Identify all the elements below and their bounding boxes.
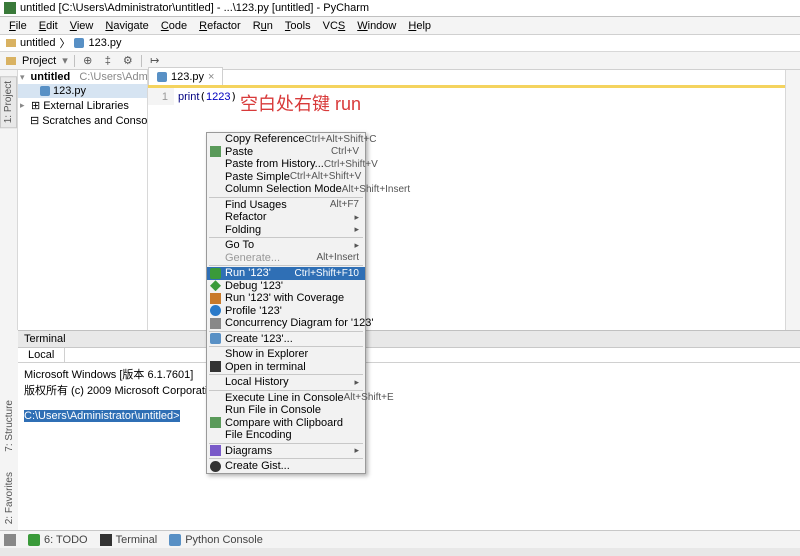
terminal-tab-local[interactable]: Local [18,348,65,362]
python-icon [210,333,221,344]
concurrency-icon [210,318,221,329]
code-text[interactable]: print(1223) [174,88,241,105]
diagram-icon [210,445,221,456]
left-tool-gutter: 1: Project [0,70,18,330]
right-tool-gutter [785,70,800,330]
paste-icon [210,146,221,157]
menu-file[interactable]: File [4,18,32,34]
ctx-paste-simple[interactable]: Paste SimpleCtrl+Alt+Shift+V [207,171,365,184]
sidebar-tab-favorites[interactable]: 2: Favorites [4,472,15,524]
status-show-toolwindows[interactable] [4,534,16,546]
run-icon [210,268,221,279]
breadcrumb-file[interactable]: 123.py [88,37,121,49]
menu-vcs[interactable]: VCS [318,18,351,34]
sidebar-tab-project[interactable]: 1: Project [0,76,17,128]
ctx-folding[interactable]: Folding▸ [207,224,365,237]
folder-icon [6,57,16,65]
menu-tools[interactable]: Tools [280,18,316,34]
python-file-icon [74,38,84,48]
menu-code[interactable]: Code [156,18,192,34]
ctx-debug[interactable]: Debug '123' [207,280,365,293]
ctx-goto[interactable]: Go To▸ [207,239,365,252]
line-number-gutter: 1 [148,88,174,105]
folder-icon [6,39,16,47]
breadcrumb-sep: 〉 [59,35,70,51]
editor-tabs: 123.py × [148,70,800,88]
menu-run[interactable]: Run [248,18,278,34]
editor-tab-123[interactable]: 123.py × [148,67,223,85]
ctx-find-usages[interactable]: Find UsagesAlt+F7 [207,199,365,212]
python-file-icon [40,86,50,96]
breadcrumb-project[interactable]: untitled [20,37,55,49]
scratches-icon: ⊟ [30,114,39,127]
ctx-profile[interactable]: Profile '123' [207,305,365,318]
project-label[interactable]: Project [22,55,56,67]
collapse-icon[interactable]: ‡ [101,54,115,68]
ctx-copy-reference[interactable]: Copy ReferenceCtrl+Alt+Shift+C [207,133,365,146]
breadcrumb: untitled 〉 123.py [0,35,800,52]
app-icon [4,2,16,14]
ctx-paste-history[interactable]: Paste from History...Ctrl+Shift+V [207,158,365,171]
menu-window[interactable]: Window [352,18,401,34]
settings-icon[interactable]: ⊕ [81,54,95,68]
tree-file-123[interactable]: 123.py [18,84,147,98]
terminal-header[interactable]: Terminal [18,331,800,348]
hide-icon[interactable]: ↦ [148,54,162,68]
close-icon[interactable]: × [208,71,214,83]
menu-help[interactable]: Help [403,18,436,34]
project-toolbar: Project ▾ ⊕ ‡ ⚙ ↦ [0,52,800,70]
title-bar: untitled [C:\Users\Administrator\untitle… [0,0,800,17]
terminal-icon [210,361,221,372]
debug-icon [210,280,221,291]
sidebar-tab-structure[interactable]: 7: Structure [4,400,15,452]
terminal-prompt: C:\Users\Administrator\untitled> [24,410,180,422]
tree-ext-lib[interactable]: External Libraries [43,100,129,112]
status-bar: 6: TODO Terminal Python Console [0,530,800,548]
terminal-output[interactable]: Microsoft Windows [版本 6.1.7601] 版权所有 (c)… [18,363,800,425]
ctx-concurrency[interactable]: Concurrency Diagram for '123' [207,317,365,330]
ctx-column-selection[interactable]: Column Selection ModeAlt+Shift+Insert [207,183,365,196]
gist-icon [210,461,221,472]
ctx-show-explorer[interactable]: Show in Explorer [207,348,365,361]
tree-scratches[interactable]: Scratches and Consoles [42,115,148,127]
python-file-icon [157,72,167,82]
gear-icon[interactable]: ⚙ [121,54,135,68]
menu-view[interactable]: View [65,18,99,34]
project-tree[interactable]: ▾untitled C:\Users\Admini 123.py ▸⊞Exter… [18,70,148,330]
ctx-generate[interactable]: Generate...Alt+Insert [207,252,365,265]
ctx-local-history[interactable]: Local History▸ [207,376,365,389]
status-terminal[interactable]: Terminal [100,534,158,546]
ctx-create-gist[interactable]: Create Gist... [207,460,365,473]
clipboard-icon [210,417,221,428]
ctx-run[interactable]: Run '123'Ctrl+Shift+F10 [207,267,365,280]
status-python-console[interactable]: Python Console [169,534,263,546]
terminal-panel: + × Terminal Local Microsoft Windows [版本… [0,330,800,530]
menu-refactor[interactable]: Refactor [194,18,246,34]
ctx-compare-clipboard[interactable]: Compare with Clipboard [207,417,365,430]
external-libraries-icon: ⊞ [31,99,40,112]
profile-icon [210,305,221,316]
ctx-file-encoding[interactable]: File Encoding [207,429,365,442]
user-annotation: 空白处右键 run [240,90,361,116]
ctx-refactor[interactable]: Refactor▸ [207,211,365,224]
ctx-paste[interactable]: PasteCtrl+V [207,146,365,159]
ctx-execute-line[interactable]: Execute Line in ConsoleAlt+Shift+E [207,392,365,405]
ctx-open-terminal[interactable]: Open in terminal [207,361,365,374]
tree-root[interactable]: untitled [31,71,71,83]
window-title: untitled [C:\Users\Administrator\untitle… [20,2,369,14]
ctx-run-file-console[interactable]: Run File in Console [207,404,365,417]
menu-navigate[interactable]: Navigate [100,18,153,34]
ctx-coverage[interactable]: Run '123' with Coverage [207,292,365,305]
ctx-create[interactable]: Create '123'... [207,333,365,346]
menu-bar[interactable]: File Edit View Navigate Code Refactor Ru… [0,17,800,35]
menu-edit[interactable]: Edit [34,18,63,34]
left-bottom-gutter: 7: Structure 2: Favorites [0,330,18,530]
coverage-icon [210,293,221,304]
status-todo[interactable]: 6: TODO [28,534,88,546]
context-menu[interactable]: Copy ReferenceCtrl+Alt+Shift+C PasteCtrl… [206,132,366,474]
ctx-diagrams[interactable]: Diagrams▸ [207,445,365,458]
